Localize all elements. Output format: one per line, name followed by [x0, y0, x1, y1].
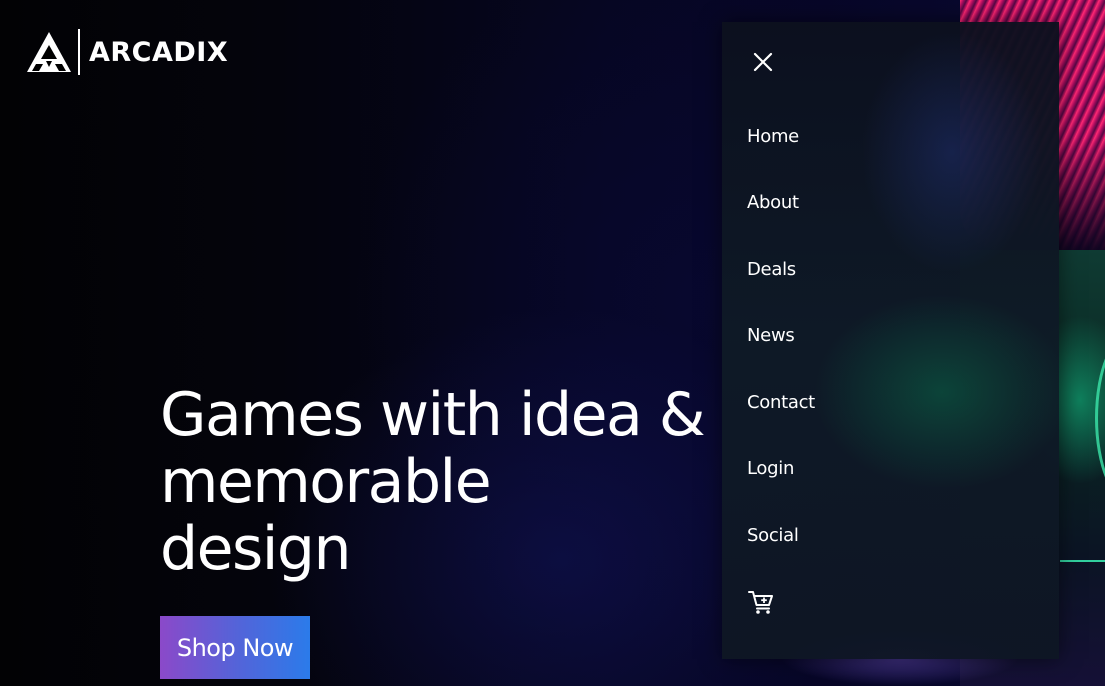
shop-now-button[interactable]: Shop Now	[160, 616, 310, 679]
menu-item-about[interactable]: About	[747, 192, 799, 213]
brand-logo[interactable]: ARCADIX	[26, 28, 228, 76]
menu-item-social[interactable]: Social	[747, 525, 799, 546]
menu-item-login[interactable]: Login	[747, 458, 794, 479]
hero-title-line: memorable	[160, 447, 492, 517]
triangle-logo-icon	[27, 32, 71, 72]
menu-item-home[interactable]: Home	[747, 126, 799, 147]
page: ARCADIX Games with idea & memorable desi…	[0, 0, 1105, 686]
logo-divider	[78, 29, 80, 75]
close-icon	[753, 52, 773, 72]
hero-title: Games with idea & memorable design	[160, 382, 810, 583]
hero-title-line: Games with idea &	[160, 380, 706, 450]
menu-item-contact[interactable]: Contact	[747, 392, 815, 413]
menu-item-news[interactable]: News	[747, 325, 795, 346]
cart-icon	[748, 591, 773, 614]
cart-button[interactable]	[747, 588, 775, 616]
close-menu-button[interactable]	[750, 49, 776, 75]
hero-title-line: design	[160, 514, 352, 584]
brand-name: ARCADIX	[89, 36, 229, 68]
mobile-menu-panel: Home About Deals News Contact Login Soci…	[722, 22, 1059, 659]
console-glow-line	[1060, 560, 1105, 562]
menu-item-deals[interactable]: Deals	[747, 259, 796, 280]
